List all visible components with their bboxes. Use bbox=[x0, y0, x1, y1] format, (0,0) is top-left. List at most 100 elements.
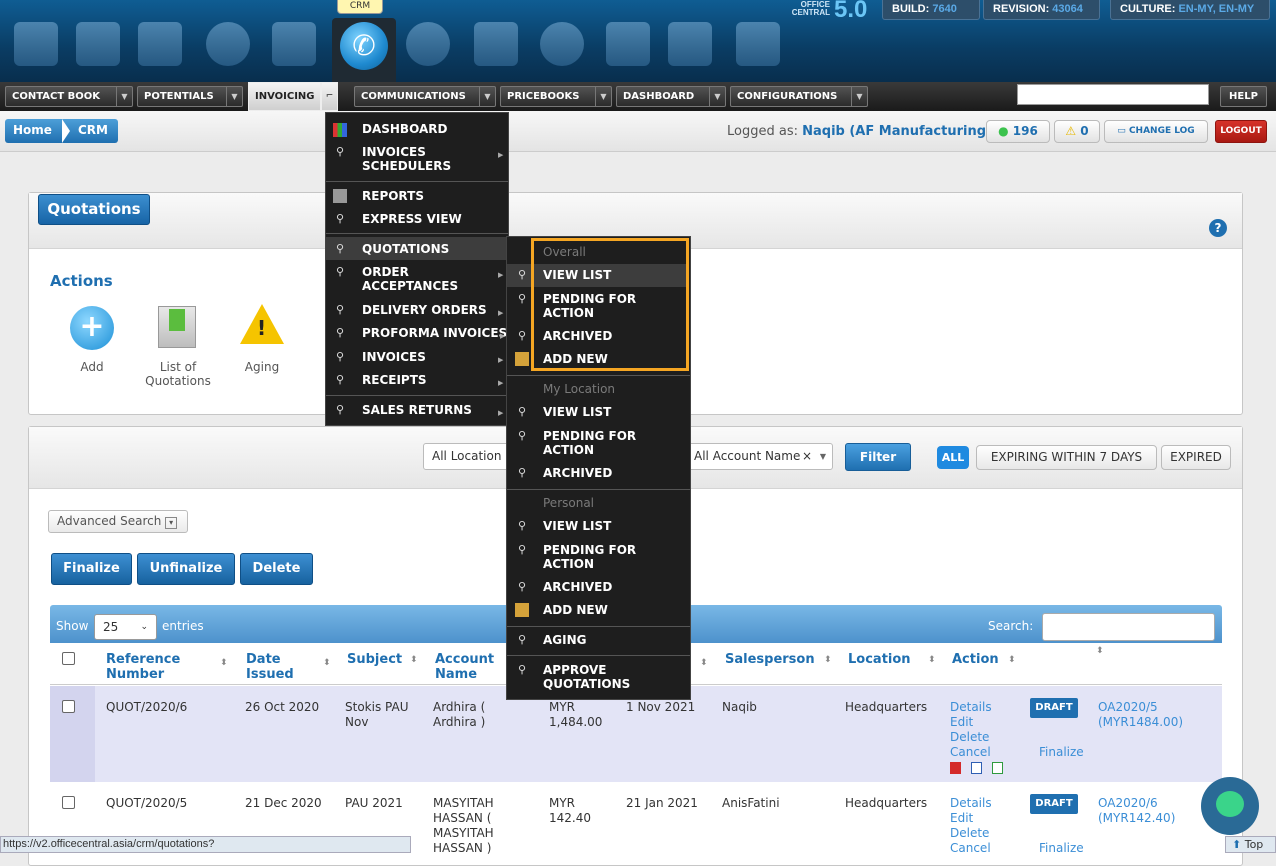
logout-button[interactable]: LOGOUT bbox=[1215, 120, 1267, 143]
col-reference-number[interactable]: Reference Number bbox=[106, 652, 196, 682]
row-checkbox[interactable] bbox=[62, 700, 75, 713]
action-list-label[interactable]: List of Quotations bbox=[140, 360, 216, 388]
nav-pricebooks[interactable]: PRICEBOOKS ▼ bbox=[500, 86, 612, 107]
nav-invoicing[interactable]: INVOICING bbox=[248, 82, 321, 111]
nav-potentials[interactable]: POTENTIALS ▼ bbox=[137, 86, 243, 107]
filter-tag-expired[interactable]: EXPIRED bbox=[1161, 445, 1231, 470]
nav-contact-book[interactable]: CONTACT BOOK ▼ bbox=[5, 86, 133, 107]
col-account-name[interactable]: Account Name bbox=[435, 652, 505, 682]
pdf-icon[interactable] bbox=[950, 762, 961, 774]
chevron-down-icon[interactable]: ▼ bbox=[116, 87, 132, 106]
nav-configurations[interactable]: CONFIGURATIONS ▼ bbox=[730, 86, 868, 107]
nav-communications[interactable]: COMMUNICATIONS ▼ bbox=[354, 86, 496, 107]
pie-chart-icon[interactable] bbox=[206, 22, 250, 66]
clear-icon[interactable]: × bbox=[802, 444, 812, 469]
sort-icon[interactable]: ⬍ bbox=[1008, 655, 1016, 665]
col-date-issued[interactable]: Date Issued bbox=[246, 652, 306, 682]
personal-pending[interactable]: ⚲ PENDING FOR ACTION bbox=[507, 543, 687, 573]
phone-icon[interactable]: ✆ bbox=[340, 22, 388, 70]
desktop-icon[interactable] bbox=[14, 22, 58, 66]
cancel-link[interactable]: Cancel bbox=[950, 841, 991, 856]
edit-link[interactable]: Edit bbox=[950, 715, 973, 730]
chevron-down-icon[interactable]: ▼ bbox=[595, 87, 611, 106]
search-icon: ⚲ bbox=[517, 292, 527, 305]
finalize-link[interactable]: Finalize bbox=[1039, 841, 1084, 856]
contacts-icon[interactable] bbox=[76, 22, 120, 66]
online-users-badge[interactable]: ● 196 bbox=[986, 120, 1050, 143]
page-size-select[interactable]: 25 ⌄ bbox=[94, 614, 157, 640]
delete-button[interactable]: Delete bbox=[240, 553, 313, 585]
checklist-icon[interactable] bbox=[606, 22, 650, 66]
nav-invoicing-dropdown[interactable]: ⌐ bbox=[321, 82, 338, 111]
order-link[interactable]: OA2020/5 (MYR1484.00) bbox=[1098, 700, 1220, 730]
sort-icon[interactable]: ⬍ bbox=[928, 655, 936, 665]
excel-icon[interactable] bbox=[992, 762, 1003, 774]
filter-button[interactable]: Filter bbox=[845, 443, 911, 471]
cancel-link[interactable]: Cancel bbox=[950, 745, 991, 760]
help-button[interactable]: HELP bbox=[1220, 86, 1267, 107]
cell-location: Headquarters bbox=[845, 700, 928, 714]
lock-icon[interactable] bbox=[736, 22, 780, 66]
finalize-link[interactable]: Finalize bbox=[1039, 745, 1084, 760]
sort-icon[interactable]: ⬍ bbox=[824, 655, 832, 665]
location-select[interactable]: All Location bbox=[423, 443, 513, 470]
chevron-down-icon[interactable]: ▼ bbox=[226, 87, 242, 106]
word-icon[interactable] bbox=[971, 762, 982, 774]
delete-link[interactable]: Delete bbox=[950, 730, 989, 745]
sort-icon[interactable]: ⬍ bbox=[1096, 646, 1104, 656]
menu-item-quotations[interactable]: ⚲ QUOTATIONS bbox=[326, 237, 508, 260]
menu-item-invoices-schedulers[interactable]: ⚲ INVOICES SCHEDULERS ▶ bbox=[326, 145, 508, 175]
documents-icon[interactable] bbox=[474, 22, 518, 66]
chevron-right-icon: ▶ bbox=[498, 309, 504, 317]
col-salesperson[interactable]: Salesperson bbox=[725, 652, 820, 667]
sort-icon[interactable]: ⬍ bbox=[220, 658, 228, 668]
info-icon[interactable] bbox=[540, 22, 584, 66]
filter-tag-all[interactable]: ALL bbox=[937, 446, 969, 469]
delete-link[interactable]: Delete bbox=[950, 826, 989, 841]
monitor-icon[interactable] bbox=[668, 22, 712, 66]
row-checkbox[interactable] bbox=[62, 796, 75, 809]
warnings-badge[interactable]: ⚠ 0 bbox=[1054, 120, 1100, 143]
chevron-down-icon[interactable]: ▼ bbox=[479, 87, 495, 106]
chevron-down-icon[interactable]: ▼ bbox=[851, 87, 867, 106]
list-icon[interactable] bbox=[158, 306, 196, 348]
order-link[interactable]: OA2020/6 (MYR142.40) bbox=[1098, 796, 1198, 826]
account-select[interactable]: All Account Name × ▼ bbox=[685, 443, 833, 470]
col-action[interactable]: Action bbox=[952, 652, 1002, 667]
global-search-input[interactable] bbox=[1017, 84, 1209, 105]
chat-icon[interactable] bbox=[406, 22, 450, 66]
select-all-checkbox[interactable] bbox=[62, 652, 75, 665]
col-location[interactable]: Location bbox=[848, 652, 918, 667]
sort-icon[interactable]: ⬍ bbox=[700, 658, 708, 668]
cell-date: 21 Dec 2020 bbox=[245, 796, 322, 810]
location-pending[interactable]: ⚲ PENDING FOR ACTION bbox=[507, 429, 687, 459]
action-aging-label[interactable]: Aging bbox=[232, 360, 292, 374]
col-subject[interactable]: Subject bbox=[347, 652, 407, 667]
unfinalize-button[interactable]: Unfinalize bbox=[137, 553, 235, 585]
table-search-input[interactable] bbox=[1042, 613, 1215, 641]
action-add-label[interactable]: Add bbox=[62, 360, 122, 374]
scroll-top-button[interactable]: ⬆ Top bbox=[1225, 836, 1276, 853]
status-bar-url: https://v2.officecentral.asia/crm/quotat… bbox=[0, 836, 411, 853]
edit-link[interactable]: Edit bbox=[950, 811, 973, 826]
add-icon[interactable]: + bbox=[70, 306, 114, 350]
nav-dashboard[interactable]: DASHBOARD ▼ bbox=[616, 86, 726, 107]
help-icon[interactable]: ? bbox=[1209, 219, 1227, 237]
advanced-search-toggle[interactable]: Advanced Search ▾ bbox=[48, 510, 188, 533]
details-link[interactable]: Details bbox=[950, 796, 992, 811]
breadcrumb-crm[interactable]: CRM bbox=[64, 119, 118, 143]
sort-icon[interactable]: ⬍ bbox=[323, 658, 331, 668]
filter-tag-expiring[interactable]: EXPIRING WITHIN 7 DAYS bbox=[976, 445, 1157, 470]
search-icon: ⚲ bbox=[517, 329, 527, 342]
mail-icon[interactable] bbox=[138, 22, 182, 66]
menu-item-approve-quotations[interactable]: ⚲ APPROVE QUOTATIONS bbox=[507, 663, 687, 693]
breadcrumb-home[interactable]: Home bbox=[5, 119, 66, 143]
change-log-button[interactable]: ▭ CHANGE LOG bbox=[1104, 120, 1208, 143]
notes-icon[interactable] bbox=[272, 22, 316, 66]
sort-icon[interactable]: ⬍ bbox=[410, 655, 418, 665]
finalize-button[interactable]: Finalize bbox=[51, 553, 132, 585]
menu-item-order-acceptances[interactable]: ⚲ ORDER ACCEPTANCES ▶ bbox=[326, 265, 508, 295]
details-link[interactable]: Details bbox=[950, 700, 992, 715]
add-document-icon bbox=[515, 603, 529, 617]
chevron-down-icon[interactable]: ▼ bbox=[709, 87, 725, 106]
